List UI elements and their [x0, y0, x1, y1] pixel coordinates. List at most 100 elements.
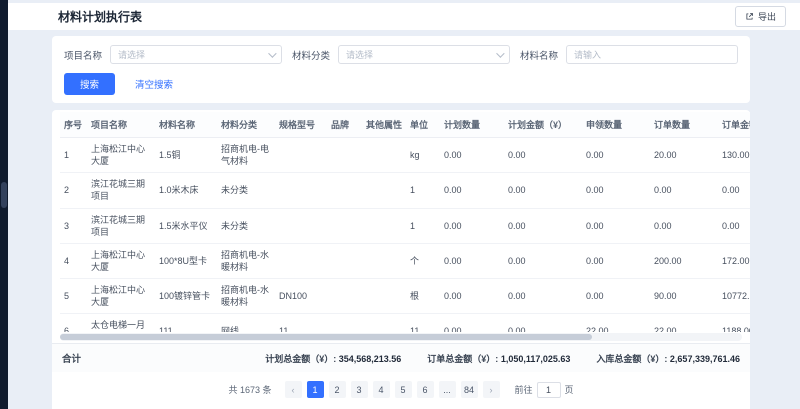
material-name-input[interactable]: 请输入 — [566, 45, 738, 64]
table-cell — [275, 138, 327, 173]
table-cell: 20.00 — [650, 138, 718, 173]
main-area: 材料计划执行表 导出 项目名称 请选择 — [8, 0, 800, 409]
header-cell: 品牌 — [327, 112, 362, 138]
app-window: 材料计划执行表 导出 项目名称 请选择 — [0, 0, 800, 409]
content: 项目名称 请选择 材料分类 请选择 材料名称 — [52, 36, 750, 409]
table-cell: 根 — [406, 279, 440, 314]
header-cell: 其他属性 — [362, 112, 406, 138]
table-cell: 5 — [60, 279, 87, 314]
table-cell — [327, 173, 362, 208]
table-cell: DN100 — [275, 279, 327, 314]
page-button[interactable]: 2 — [329, 381, 346, 398]
page-button[interactable]: 1 — [307, 381, 324, 398]
page-button[interactable]: 6 — [417, 381, 434, 398]
total-count: 共 1673 条 — [228, 383, 271, 396]
order-total-label: 订单总金额（¥）: — [427, 354, 498, 364]
chevron-down-icon — [268, 49, 276, 57]
table-cell: 100镀锌管卡 — [155, 279, 217, 314]
table-cell: 22.00 — [650, 314, 718, 332]
header-cell: 材料分类 — [217, 112, 275, 138]
table-cell: 0.00 — [440, 243, 504, 278]
table-cell: 滨江花城三期项目 — [87, 208, 155, 243]
table-cell: 172.00 — [718, 243, 750, 278]
clear-search-button[interactable]: 清空搜索 — [135, 77, 173, 91]
table-cell: 0.00 — [440, 208, 504, 243]
table-cell — [362, 173, 406, 208]
table-cell: 3 — [60, 208, 87, 243]
table-cell: 1 — [406, 173, 440, 208]
table-cell: 0.00 — [582, 279, 650, 314]
table-cell: 个 — [406, 243, 440, 278]
page-button[interactable]: 5 — [395, 381, 412, 398]
filter-field-material: 材料名称 请输入 — [520, 45, 738, 64]
header-cell: 订单数量 — [650, 112, 718, 138]
filter-field-category: 材料分类 请选择 — [292, 45, 510, 64]
table-cell: 未分类 — [217, 208, 275, 243]
table-cell — [362, 243, 406, 278]
table-cell: 0.00 — [504, 208, 582, 243]
table-cell: 上海松江中心大厦 — [87, 138, 155, 173]
table-cell: 0.00 — [440, 314, 504, 332]
next-page-button[interactable]: › — [483, 381, 500, 398]
page-button[interactable]: 84 — [461, 381, 478, 398]
filter-buttons: 搜索 清空搜索 — [64, 73, 738, 95]
table-cell: 0.00 — [440, 173, 504, 208]
table-cell: 1188.00 — [718, 314, 750, 332]
table-row: 5上海松江中心大厦100镀锌管卡招商机电-水暖材料DN100根0.000.000… — [60, 279, 750, 314]
table-cell — [327, 243, 362, 278]
table-cell — [275, 243, 327, 278]
table-header-row: 序号项目名称材料名称材料分类规格型号品牌其他属性单位计划数量计划金额（¥）申领数… — [60, 112, 750, 138]
table-cell: 1.5铜 — [155, 138, 217, 173]
table-cell: 滨江花城三期项目 — [87, 173, 155, 208]
goto-page-input[interactable] — [537, 382, 561, 398]
table-body: 1上海松江中心大厦1.5铜招商机电-电气材料kg0.000.000.0020.0… — [60, 138, 750, 333]
prev-page-button[interactable]: ‹ — [285, 381, 302, 398]
table-cell — [362, 208, 406, 243]
table-cell — [275, 208, 327, 243]
table-cell — [327, 208, 362, 243]
filter-label: 材料分类 — [292, 48, 330, 62]
materials-table: 序号项目名称材料名称材料分类规格型号品牌其他属性单位计划数量计划金额（¥）申领数… — [60, 112, 750, 332]
page-ellipsis[interactable]: ... — [439, 381, 456, 398]
table-cell: 100*8U型卡 — [155, 243, 217, 278]
collapsed-sidebar[interactable] — [0, 0, 8, 409]
table-cell: kg — [406, 138, 440, 173]
header-cell: 订单金额（¥） — [718, 112, 750, 138]
header-cell: 材料名称 — [155, 112, 217, 138]
table-cell: 0.00 — [504, 138, 582, 173]
material-category-select[interactable]: 请选择 — [338, 45, 510, 64]
table-cell: 未分类 — [217, 173, 275, 208]
table-cell: 4 — [60, 243, 87, 278]
header-cell: 规格型号 — [275, 112, 327, 138]
table-cell: 上海松江中心大厦 — [87, 243, 155, 278]
inbound-total-label: 入库总金额（¥）: — [596, 354, 667, 364]
table-cell: 太仓电梯一月球项目 — [87, 314, 155, 332]
export-button[interactable]: 导出 — [735, 6, 786, 27]
table-cell: 1.0米木床 — [155, 173, 217, 208]
inbound-total: 入库总金额（¥）: 2,657,339,761.46 — [596, 352, 740, 365]
table-wrap: 序号项目名称材料名称材料分类规格型号品牌其他属性单位计划数量计划金额（¥）申领数… — [52, 110, 750, 332]
project-name-select[interactable]: 请选择 — [110, 45, 282, 64]
page-button[interactable]: 3 — [351, 381, 368, 398]
table-row: 4上海松江中心大厦100*8U型卡招商机电-水暖材料个0.000.000.002… — [60, 243, 750, 278]
header-cell: 申领数量 — [582, 112, 650, 138]
table-cell: 130.00 — [718, 138, 750, 173]
horizontal-scrollbar-track[interactable] — [60, 333, 742, 341]
table-cell: 0.00 — [504, 314, 582, 332]
table-cell: 1 — [406, 208, 440, 243]
page-button[interactable]: 4 — [373, 381, 390, 398]
summary-total-label: 合计 — [62, 351, 81, 365]
planned-total-label: 计划总金额（¥）: — [265, 354, 336, 364]
sidebar-collapse-handle[interactable] — [1, 182, 7, 208]
table-card: 序号项目名称材料名称材料分类规格型号品牌其他属性单位计划数量计划金额（¥）申领数… — [52, 110, 750, 409]
horizontal-scrollbar-thumb[interactable] — [60, 334, 592, 340]
page-title: 材料计划执行表 — [58, 8, 142, 25]
header-cell: 计划数量 — [440, 112, 504, 138]
table-cell: 0.00 — [718, 208, 750, 243]
search-button[interactable]: 搜索 — [64, 73, 115, 95]
export-icon — [745, 12, 754, 21]
select-placeholder: 请选择 — [118, 48, 145, 61]
table-cell: 11 — [406, 314, 440, 332]
table-cell: 0.00 — [504, 279, 582, 314]
table-cell: 上海松江中心大厦 — [87, 279, 155, 314]
